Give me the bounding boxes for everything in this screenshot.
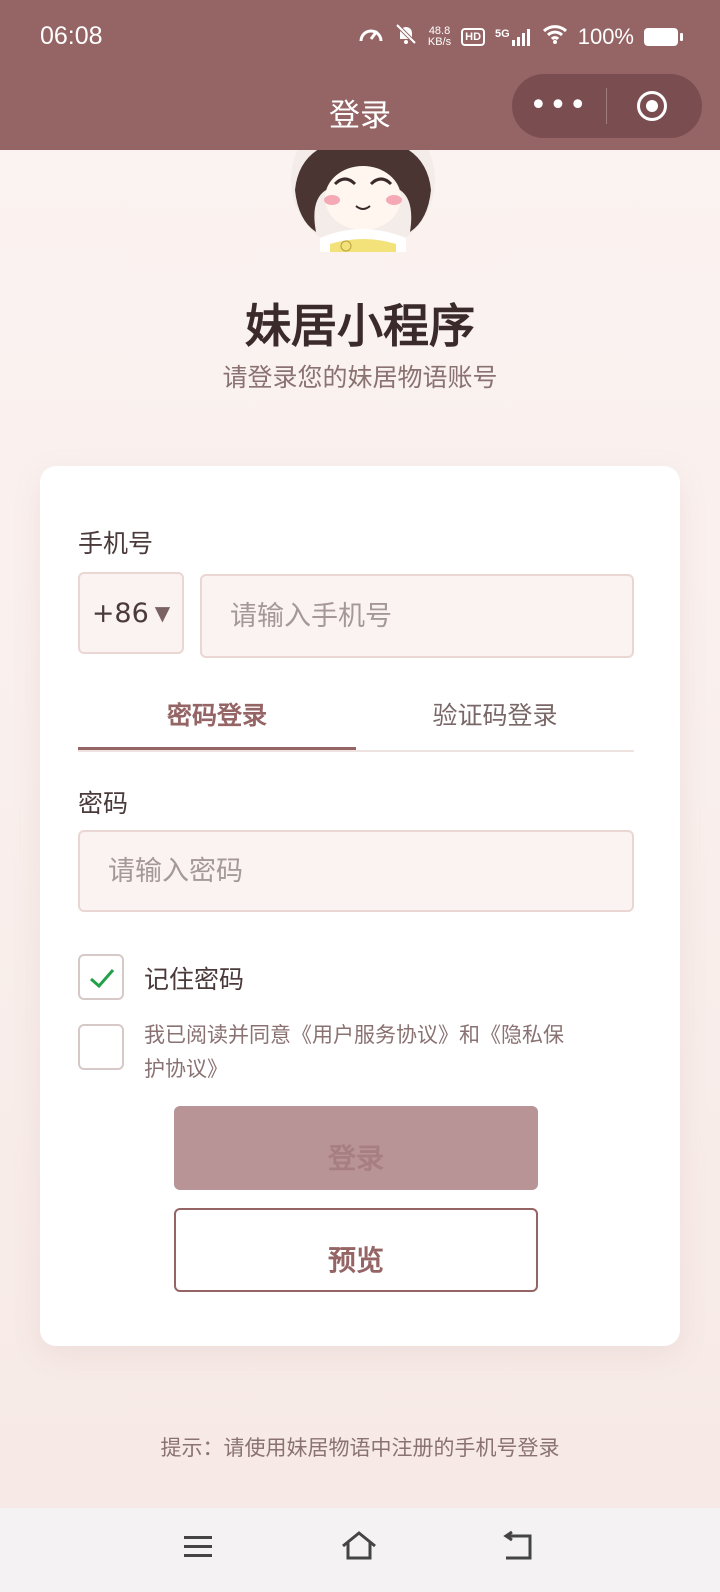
main-content: 妹居小程序 请登录您的妹居物语账号 手机号 +86 ▼ 密码登录 验证码登录 密… <box>0 150 720 1508</box>
speedometer-icon <box>358 23 384 51</box>
phone-input[interactable] <box>200 574 634 658</box>
check-icon <box>90 969 115 989</box>
status-time: 06:08 <box>40 22 103 50</box>
remember-label: 记住密码 <box>144 965 245 994</box>
login-button[interactable]: 登录 <box>174 1106 538 1190</box>
system-nav-bar <box>0 1508 720 1592</box>
network-label: 5G <box>495 28 510 40</box>
signal-icon: 5G <box>495 28 532 46</box>
capsule-divider <box>606 88 607 124</box>
app-subtitle: 请登录您的妹居物语账号 <box>222 363 498 392</box>
preview-button[interactable]: 预览 <box>174 1208 538 1292</box>
miniprogram-capsule: ••• <box>512 74 702 138</box>
remember-checkbox[interactable] <box>78 954 124 1000</box>
battery-icon <box>644 28 683 46</box>
app-title: 妹居小程序 <box>245 299 475 353</box>
wifi-icon <box>542 23 568 51</box>
hd-icon: HD <box>461 28 486 46</box>
agreement-text[interactable]: 我已阅读并同意《用户服务协议》和《隐私保护协议》 <box>144 1018 564 1086</box>
net-speed: 48.8 KB/s <box>427 25 452 48</box>
login-tip: 提示：请使用妹居物语中注册的手机号登录 <box>160 1436 560 1460</box>
status-bar: 06:08 48.8 KB/s HD 5G 100% <box>0 0 720 80</box>
phone-label: 手机号 <box>78 529 154 558</box>
more-icon[interactable]: ••• <box>512 91 606 121</box>
battery-percent: 100% <box>577 24 634 49</box>
password-input[interactable] <box>78 830 634 912</box>
tab-code-login[interactable]: 验证码登录 <box>356 686 634 750</box>
country-code-value: +86 <box>91 597 149 629</box>
agree-checkbox[interactable] <box>78 1024 124 1070</box>
country-code-select[interactable]: +86 ▼ <box>78 572 184 654</box>
back-icon[interactable] <box>500 1530 534 1566</box>
chevron-down-icon: ▼ <box>154 601 171 625</box>
avatar <box>290 150 436 252</box>
target-icon[interactable] <box>637 91 667 121</box>
login-tabs: 密码登录 验证码登录 <box>78 686 634 752</box>
login-card: 手机号 +86 ▼ 密码登录 验证码登录 密码 记住密码 我已阅读并同意《用户服… <box>40 466 680 1346</box>
password-label: 密码 <box>78 789 129 818</box>
nav-bar: 登录 ••• <box>0 74 720 150</box>
tab-password-login[interactable]: 密码登录 <box>78 686 356 750</box>
home-icon[interactable] <box>340 1530 378 1566</box>
status-icons: 48.8 KB/s HD 5G 100% <box>358 22 683 52</box>
menu-icon[interactable] <box>182 1530 214 1566</box>
bell-off-icon <box>394 22 418 52</box>
